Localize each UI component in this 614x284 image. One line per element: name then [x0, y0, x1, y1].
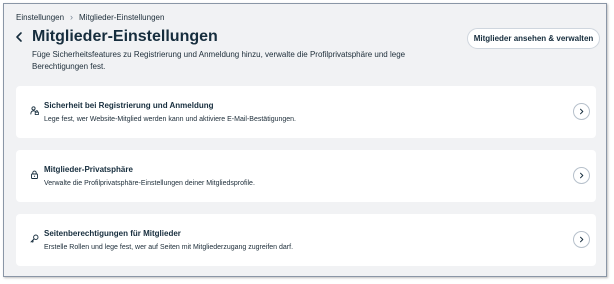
breadcrumb-separator: ›: [70, 12, 74, 22]
card-title: Seitenberechtigungen für Mitglieder: [44, 229, 181, 238]
breadcrumb-item-settings[interactable]: Einstellungen: [16, 13, 64, 22]
card-page-permissions[interactable]: Seitenberechtigungen für Mitglieder Erst…: [16, 214, 596, 266]
key-icon: [30, 230, 39, 243]
chevron-right-icon[interactable]: [573, 231, 590, 248]
card-subtitle: Lege fest, wer Website-Mitglied werden k…: [44, 116, 296, 123]
breadcrumb-item-member-settings: Mitglieder-Einstellungen: [79, 12, 165, 22]
card-title: Mitglieder-Privatsphäre: [44, 165, 133, 174]
back-arrow-icon[interactable]: [13, 30, 25, 44]
card-subtitle: Verwalte die Profilprivatsphäre-Einstell…: [44, 180, 255, 187]
page-title: Mitglieder-Einstellungen: [32, 28, 218, 45]
chevron-right-icon[interactable]: [573, 167, 590, 184]
page-description: Füge Sicherheitsfeatures zu Registrierun…: [32, 50, 406, 71]
card-signup-login-security[interactable]: Sicherheit bei Registrierung und Anmeldu…: [16, 86, 596, 138]
settings-panel: Einstellungen › Mitglieder-Einstellungen…: [3, 3, 607, 277]
card-member-privacy[interactable]: Mitglieder-Privatsphäre Verwalte die Pro…: [16, 150, 596, 202]
lock-icon: [30, 166, 39, 179]
card-subtitle: Erstelle Rollen und lege fest, wer auf S…: [44, 244, 294, 251]
user-lock-icon: [30, 102, 39, 115]
view-manage-members-button[interactable]: Mitglieder ansehen & verwalten: [467, 28, 600, 49]
chevron-right-icon[interactable]: [573, 103, 590, 120]
breadcrumb: Einstellungen › Mitglieder-Einstellungen: [16, 12, 164, 22]
card-title: Sicherheit bei Registrierung und Anmeldu…: [44, 101, 214, 110]
